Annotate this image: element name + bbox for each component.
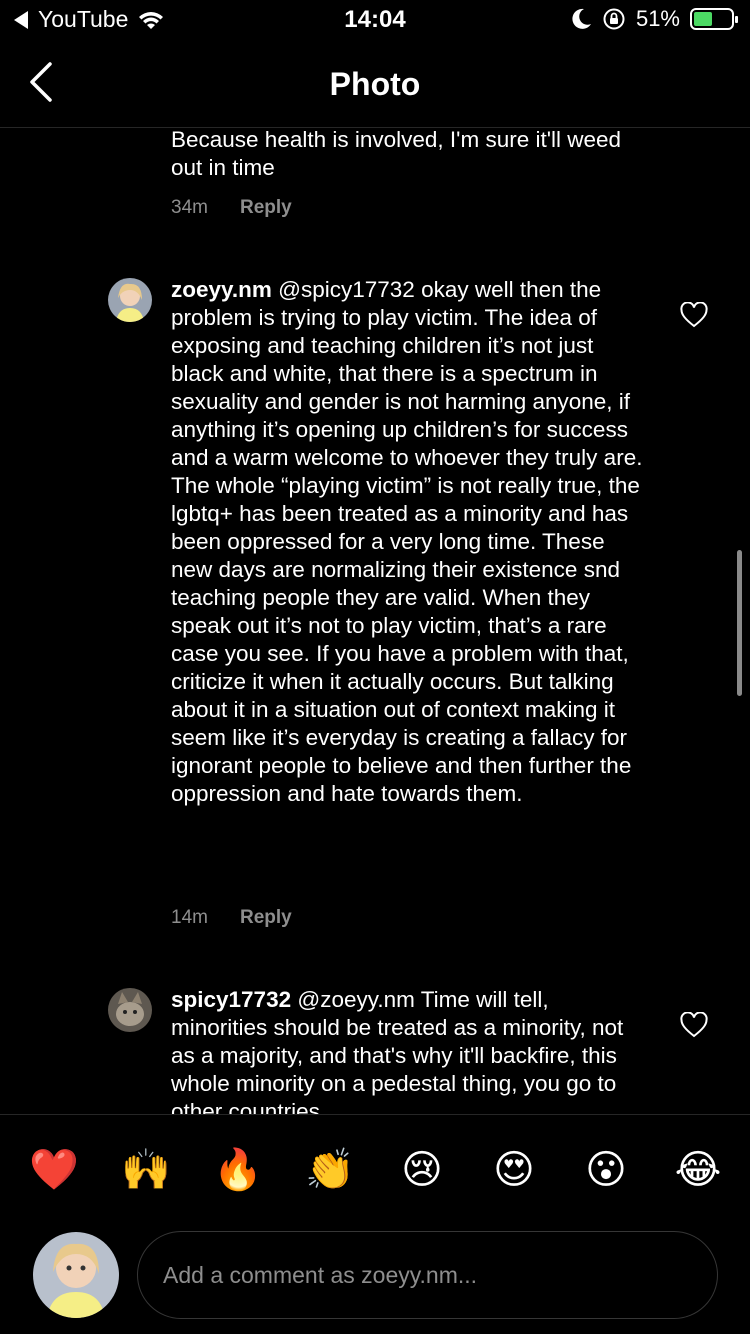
avatar[interactable] (108, 278, 152, 322)
reaction-clap[interactable]: 👏 (302, 1145, 358, 1195)
comment-input[interactable]: Add a comment as zoeyy.nm... (137, 1231, 718, 1319)
nav-bar: Photo (0, 42, 750, 128)
page-title: Photo (329, 66, 421, 102)
comment-time: 14m (171, 907, 208, 928)
reaction-fire[interactable]: 🔥 (210, 1145, 266, 1195)
avatar-image (108, 278, 152, 322)
comment-text: Because health is involved, I'm sure it'… (171, 128, 651, 182)
reply-button[interactable]: Reply (240, 907, 292, 929)
battery-fill (694, 12, 713, 26)
comment-text: spicy17732 @zoeyy.nm Time will tell, min… (171, 986, 651, 1114)
reaction-heart[interactable]: ❤️ (26, 1145, 82, 1195)
comment-meta: 34m Reply (171, 197, 292, 219)
comment-text: zoeyy.nm @spicy17732 okay well then the … (171, 276, 651, 808)
comment-body: Because health is involved, I'm sure it'… (171, 128, 622, 180)
comment-list[interactable]: Because health is involved, I'm sure it'… (0, 128, 750, 1114)
avatar[interactable] (108, 988, 152, 1032)
status-bar: YouTube 14:04 51% (0, 0, 750, 42)
battery-percent: 51% (635, 6, 680, 31)
comment-mention[interactable]: @zoeyy.nm (297, 987, 414, 1012)
reaction-laughing[interactable]: 😂 (670, 1145, 726, 1195)
reaction-surprised[interactable]: 😮 (578, 1145, 634, 1195)
moon-icon (572, 8, 591, 29)
status-right: 51% (572, 6, 738, 32)
comment-mention[interactable]: @spicy17732 (278, 277, 415, 302)
comment-username[interactable]: zoeyy.nm (171, 277, 272, 302)
avatar[interactable] (33, 1232, 119, 1318)
quick-reactions: ❤️ 🙌 🔥 👏 😢 😍 😮 😂 (0, 1145, 750, 1195)
avatar-image (108, 988, 152, 1032)
like-heart-icon[interactable] (680, 302, 708, 328)
battery-icon (690, 8, 738, 30)
reaction-raised-hands[interactable]: 🙌 (118, 1145, 174, 1195)
like-heart-icon[interactable] (680, 1012, 708, 1038)
comment-composer: ❤️ 🙌 🔥 👏 😢 😍 😮 😂 Add a comment as zoeyy.… (0, 1114, 750, 1334)
reaction-heart-eyes[interactable]: 😍 (486, 1145, 542, 1195)
avatar-image (33, 1232, 119, 1318)
comment-body: okay well then the problem is trying to … (171, 277, 643, 806)
scroll-indicator[interactable] (737, 550, 742, 696)
comment-username[interactable]: spicy17732 (171, 987, 291, 1012)
reply-button[interactable]: Reply (240, 197, 292, 219)
reaction-crying[interactable]: 😢 (394, 1145, 450, 1195)
comment-input-placeholder: Add a comment as zoeyy.nm... (163, 1261, 478, 1288)
comment-time: 34m (171, 197, 208, 218)
rotation-lock-icon (603, 8, 625, 30)
comment-meta: 14m Reply (171, 907, 292, 929)
